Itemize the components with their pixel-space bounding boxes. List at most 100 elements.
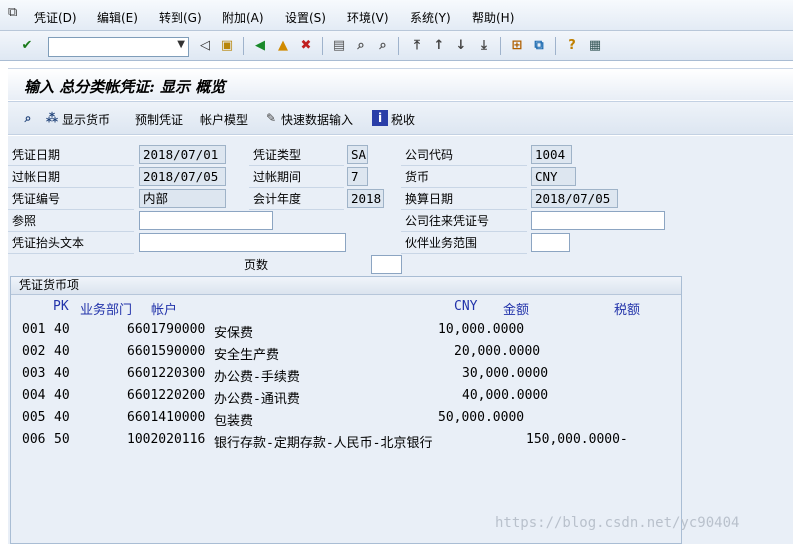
table-row[interactable]: 006 50 1002020116 银行存款-定期存款-人民币-北京银行 150… <box>11 430 681 452</box>
separator <box>500 37 501 55</box>
page-number-input[interactable] <box>371 255 402 274</box>
create-session-icon[interactable]: ⊞ <box>508 36 526 54</box>
collapse-icon[interactable]: ◁ <box>196 36 214 54</box>
info-icon[interactable]: i <box>372 110 388 126</box>
display-currency-button[interactable]: 显示货币 <box>62 111 110 128</box>
system-menu-icon[interactable]: ⧉ <box>8 5 17 20</box>
item-number: 006 <box>22 432 46 447</box>
save-icon[interactable]: ▣ <box>218 36 236 54</box>
back-icon[interactable]: ◀ <box>251 36 269 54</box>
table-row[interactable]: 002 40 6601590000 安全生产费 20,000.0000 <box>11 342 681 364</box>
table-row[interactable]: 001 40 6601790000 安保费 10,000.0000 <box>11 320 681 342</box>
item-amount: 20,000.0000 <box>454 344 541 359</box>
exit-icon[interactable]: ▲ <box>274 36 292 54</box>
posting-key: 40 <box>54 410 70 425</box>
posting-key: 40 <box>54 388 70 403</box>
doc-number-field[interactable]: 内部 <box>139 189 226 208</box>
header-text-label: 凭证抬头文本 <box>8 232 134 254</box>
last-page-icon[interactable]: ⤓ <box>475 36 493 54</box>
separator <box>555 37 556 55</box>
table-row[interactable]: 005 40 6601410000 包装费 50,000.0000 <box>11 408 681 430</box>
first-page-icon[interactable]: ⤒ <box>408 36 426 54</box>
check-icon[interactable]: ✔ <box>18 36 36 54</box>
doc-date-field[interactable]: 2018/07/01 <box>139 145 226 164</box>
currency-label: 货币 <box>401 166 527 188</box>
account-text: 办公费-手续费 <box>214 370 300 385</box>
item-number: 001 <box>22 322 46 337</box>
doc-type-field[interactable]: SA <box>347 145 368 164</box>
table-row[interactable]: 003 40 6601220300 办公费-手续费 30,000.0000 <box>11 364 681 386</box>
fast-data-entry-button[interactable]: 快速数据输入 <box>281 111 353 128</box>
command-field[interactable]: ▼ <box>48 37 189 57</box>
display-currency-icon[interactable]: ⁂ <box>44 110 60 126</box>
account-text: 安全生产费 <box>214 348 280 363</box>
item-number: 005 <box>22 410 46 425</box>
print-icon[interactable]: ▤ <box>330 36 348 54</box>
fiscal-year-field[interactable]: 2018 <box>347 189 384 208</box>
intercompany-input[interactable] <box>531 211 665 230</box>
posting-key: 40 <box>54 366 70 381</box>
header-text-input[interactable] <box>139 233 346 252</box>
col-currency: CNY <box>454 299 478 314</box>
overview-icon[interactable]: ⌕ <box>20 110 36 126</box>
account-number: 6601220300 <box>127 366 206 381</box>
help-icon[interactable]: ? <box>563 36 581 54</box>
account-model-button[interactable]: 帐户模型 <box>200 111 248 128</box>
col-pk: PK <box>53 299 69 314</box>
translation-date-label: 换算日期 <box>401 188 527 210</box>
account-number: 6601790000 <box>127 322 206 337</box>
item-number: 002 <box>22 344 46 359</box>
park-document-button[interactable]: 预制凭证 <box>135 111 183 128</box>
fast-entry-icon[interactable]: ✎ <box>263 110 279 126</box>
find-next-icon[interactable]: ⌕ <box>374 36 392 54</box>
posting-period-field[interactable]: 7 <box>347 167 368 186</box>
posting-key: 40 <box>54 344 70 359</box>
menu-extras[interactable]: 附加(A) <box>222 9 264 26</box>
page-number-label: 页数 <box>244 258 269 272</box>
item-amount: 150,000.0000- <box>526 432 628 447</box>
tax-button[interactable]: 税收 <box>391 111 415 128</box>
partner-ba-label: 伙伴业务范围 <box>401 232 527 254</box>
menu-system[interactable]: 系统(Y) <box>410 9 451 26</box>
translation-date-field[interactable]: 2018/07/05 <box>531 189 618 208</box>
account-text: 银行存款-定期存款-人民币-北京银行 <box>214 436 433 451</box>
doc-number-label: 凭证编号 <box>8 188 134 210</box>
account-text: 安保费 <box>214 326 254 341</box>
shortcut-icon[interactable]: ⧉ <box>530 36 548 54</box>
menu-environment[interactable]: 环境(V) <box>347 9 389 26</box>
currency-field[interactable]: CNY <box>531 167 576 186</box>
item-amount: 50,000.0000 <box>438 410 525 425</box>
reference-input[interactable] <box>139 211 273 230</box>
chevron-down-icon[interactable]: ▼ <box>177 39 185 50</box>
item-number: 003 <box>22 366 46 381</box>
col-account: 帐户 <box>151 303 178 318</box>
posting-date-field[interactable]: 2018/07/05 <box>139 167 226 186</box>
menu-document[interactable]: 凭证(D) <box>34 9 77 26</box>
layout-icon[interactable]: ▦ <box>586 36 604 54</box>
menu-help[interactable]: 帮助(H) <box>472 9 514 26</box>
separator <box>398 37 399 55</box>
account-text: 包装费 <box>214 414 254 429</box>
item-amount: 10,000.0000 <box>438 322 525 337</box>
col-tax: 税额 <box>614 303 641 318</box>
intercompany-label: 公司往来凭证号 <box>401 210 527 232</box>
cancel-icon[interactable]: ✖ <box>297 36 315 54</box>
account-text: 办公费-通讯费 <box>214 392 300 407</box>
company-code-label: 公司代码 <box>401 144 527 166</box>
partner-ba-input[interactable] <box>531 233 570 252</box>
standard-toolbar: ✔ ▼ ◁ ▣ ◀ ▲ ✖ ▤ ⌕ ⌕ ⤒ ↑ ↓ ⤓ ⊞ ⧉ ? ▦ <box>0 31 793 61</box>
company-code-field[interactable]: 1004 <box>531 145 572 164</box>
account-number: 1002020116 <box>127 432 206 447</box>
table-row[interactable]: 004 40 6601220200 办公费-通讯费 40,000.0000 <box>11 386 681 408</box>
next-page-icon[interactable]: ↓ <box>452 36 470 54</box>
posting-period-label: 过帐期间 <box>249 166 344 188</box>
find-icon[interactable]: ⌕ <box>352 36 370 54</box>
menu-goto[interactable]: 转到(G) <box>159 9 202 26</box>
line-items-header: 凭证货币项 <box>11 277 681 295</box>
menu-edit[interactable]: 编辑(E) <box>97 9 138 26</box>
fiscal-year-label: 会计年度 <box>249 188 344 210</box>
separator <box>243 37 244 55</box>
posting-date-label: 过帐日期 <box>8 166 134 188</box>
menu-settings[interactable]: 设置(S) <box>285 9 326 26</box>
prev-page-icon[interactable]: ↑ <box>430 36 448 54</box>
